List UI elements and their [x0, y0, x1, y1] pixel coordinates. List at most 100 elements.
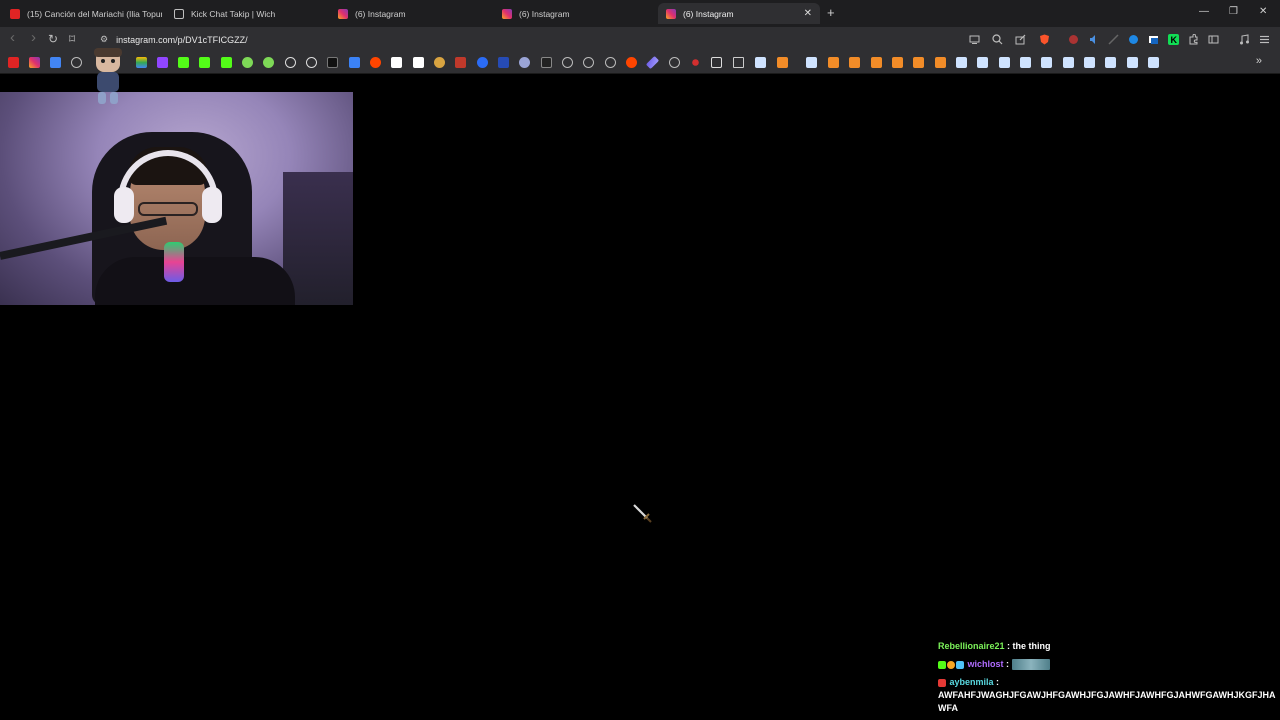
- gift-icon: [947, 660, 955, 669]
- bookmark-folder-icon[interactable]: [733, 57, 744, 68]
- extension-window-icon[interactable]: [1148, 34, 1159, 45]
- bookmark-kick-icon[interactable]: [221, 57, 232, 68]
- bookmark-coin-icon[interactable]: [434, 57, 445, 68]
- extension-sound-icon[interactable]: [1088, 34, 1099, 45]
- bookmark-button[interactable]: ⌑: [69, 32, 75, 46]
- reload-button[interactable]: ↻: [48, 32, 58, 46]
- bookmark-instagram-icon[interactable]: [29, 57, 40, 68]
- bookmarks-bar: »: [0, 52, 1280, 74]
- tab-kick-chat[interactable]: Kick Chat Takip | Wich: [166, 3, 328, 24]
- close-window-button[interactable]: ✕: [1259, 6, 1267, 17]
- bookmark-x-icon[interactable]: [327, 57, 338, 68]
- chat-separator: :: [1003, 659, 1012, 669]
- extension-red-icon[interactable]: [1068, 34, 1079, 45]
- new-tab-button[interactable]: +: [827, 5, 835, 20]
- bookmark-a-icon[interactable]: [413, 57, 424, 68]
- tab-instagram-2[interactable]: (6) Instagram: [494, 3, 656, 24]
- site-settings-icon[interactable]: ⚙: [100, 34, 108, 45]
- address-bar[interactable]: ⚙ instagram.com/p/DV1cTFICGZZ/: [90, 30, 965, 49]
- sub-icon: [956, 660, 964, 669]
- bookmark-globe-icon[interactable]: [669, 57, 680, 68]
- bookmark-ki-icon[interactable]: [541, 57, 552, 68]
- bookmark-orange-icon[interactable]: [828, 57, 839, 68]
- bookmark-orange-icon[interactable]: [892, 57, 903, 68]
- bookmark-orange-icon[interactable]: [913, 57, 924, 68]
- microphone-icon: [164, 242, 184, 282]
- bookmark-reddit-icon[interactable]: [626, 57, 637, 68]
- bookmark-check-icon[interactable]: [1020, 57, 1031, 68]
- zoom-icon[interactable]: [992, 34, 1003, 45]
- bookmark-play-icon[interactable]: [477, 57, 488, 68]
- bookmark-check-icon[interactable]: [1041, 57, 1052, 68]
- extensions-puzzle-icon[interactable]: [1188, 34, 1199, 45]
- tab-title: Kick Chat Takip | Wich: [191, 8, 276, 19]
- bookmark-drive-icon[interactable]: [136, 57, 147, 68]
- share-icon[interactable]: [1015, 34, 1026, 45]
- bookmark-check-icon[interactable]: [1127, 57, 1138, 68]
- instagram-icon: [502, 8, 512, 19]
- tab-title: (6) Instagram: [519, 8, 570, 19]
- bookmark-check-icon[interactable]: [1084, 57, 1095, 68]
- bookmark-check-icon[interactable]: [1063, 57, 1074, 68]
- bookmark-p-icon[interactable]: [391, 57, 402, 68]
- bookmarks-overflow-button[interactable]: »: [1256, 55, 1262, 67]
- bookmark-anchor-icon[interactable]: [285, 57, 296, 68]
- kick-icon: [938, 678, 946, 687]
- bookmark-orange-icon[interactable]: [777, 57, 788, 68]
- bookmark-globe-icon[interactable]: [562, 57, 573, 68]
- tab-close-icon[interactable]: ✕: [796, 8, 812, 19]
- bookmark-orange-icon[interactable]: [871, 57, 882, 68]
- bookmark-reddit-icon[interactable]: [370, 57, 381, 68]
- tab-youtube[interactable]: (15) Canción del Mariachi (Ilia Topuri: [2, 3, 162, 24]
- bookmark-check-icon[interactable]: [806, 57, 817, 68]
- bookmark-nba-icon[interactable]: [498, 57, 509, 68]
- bookmark-globe-icon[interactable]: [71, 57, 82, 68]
- chat-message: wichlost :: [938, 658, 1280, 671]
- bookmark-green-icon[interactable]: [263, 57, 274, 68]
- bookmark-blue-icon[interactable]: [349, 57, 360, 68]
- bookmark-check-icon[interactable]: [956, 57, 967, 68]
- bookmark-check-icon[interactable]: [999, 57, 1010, 68]
- bookmark-orange-icon[interactable]: [849, 57, 860, 68]
- bookmark-square-icon[interactable]: [711, 57, 722, 68]
- back-button[interactable]: ‹: [10, 29, 15, 46]
- forward-button[interactable]: ›: [31, 29, 36, 46]
- kick-icon: [938, 660, 946, 669]
- bookmark-orange-icon[interactable]: [935, 57, 946, 68]
- brave-shield-icon[interactable]: [1039, 34, 1050, 45]
- bookmark-check-icon[interactable]: [1105, 57, 1116, 68]
- bookmark-translate-icon[interactable]: [50, 57, 61, 68]
- bookmark-purple-icon[interactable]: [519, 57, 530, 68]
- extension-grey-icon[interactable]: [1108, 34, 1119, 45]
- bookmark-check-icon[interactable]: [755, 57, 766, 68]
- bookmark-red-icon[interactable]: [455, 57, 466, 68]
- chat-text: AWFAHFJWAGHJFGAWJHFGAWHJFGJAWHFJAWHFGJAH…: [938, 690, 1276, 713]
- tab-instagram-1[interactable]: (6) Instagram: [330, 3, 492, 24]
- tab-title: (15) Canción del Mariachi (Ilia Topuri: [27, 8, 162, 19]
- bookmark-youtube-icon[interactable]: [8, 57, 19, 68]
- bookmark-globe-icon[interactable]: [605, 57, 616, 68]
- bookmark-green-icon[interactable]: [242, 57, 253, 68]
- extension-blue-icon[interactable]: [1128, 34, 1139, 45]
- headphone-earcup: [202, 187, 222, 223]
- bookmark-globe-icon[interactable]: [583, 57, 594, 68]
- bookmark-feather-icon[interactable]: [645, 55, 660, 70]
- tab-instagram-active[interactable]: (6) Instagram ✕: [658, 3, 820, 24]
- cast-icon[interactable]: [969, 34, 980, 45]
- bookmark-check-icon[interactable]: [977, 57, 988, 68]
- bookmark-kick-icon[interactable]: [178, 57, 189, 68]
- media-icon[interactable]: [1239, 34, 1250, 45]
- chat-message: Rebellionaire21 : the thing: [938, 640, 1280, 653]
- sidebar-icon[interactable]: [1208, 34, 1219, 45]
- bookmark-twitch-icon[interactable]: [157, 57, 168, 68]
- menu-icon[interactable]: [1259, 34, 1270, 45]
- tab-strip: (15) Canción del Mariachi (Ilia Topuri K…: [0, 0, 1280, 27]
- extension-kick-icon[interactable]: K: [1168, 34, 1179, 45]
- instagram-icon: [338, 8, 348, 19]
- restore-button[interactable]: ❐: [1229, 6, 1238, 17]
- bookmark-circle-icon[interactable]: [306, 57, 317, 68]
- bookmark-check-icon[interactable]: [1148, 57, 1159, 68]
- bookmark-dot-icon[interactable]: [692, 59, 699, 66]
- minimize-button[interactable]: —: [1199, 6, 1209, 17]
- bookmark-kick-icon[interactable]: [199, 57, 210, 68]
